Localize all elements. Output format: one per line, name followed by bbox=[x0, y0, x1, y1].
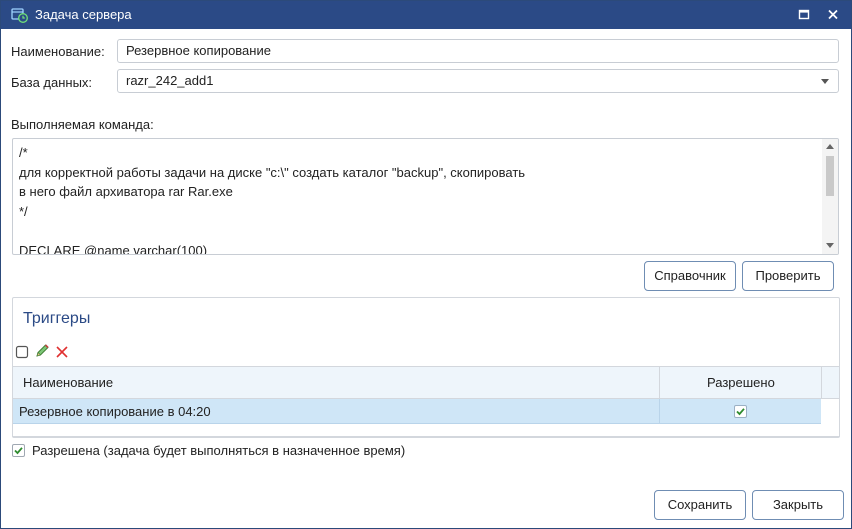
close-icon bbox=[828, 9, 838, 20]
name-input[interactable]: Резервное копирование bbox=[117, 39, 839, 63]
close-button[interactable]: Закрыть bbox=[752, 490, 844, 520]
database-select[interactable]: razr_242_add1 bbox=[117, 69, 839, 93]
command-editor[interactable]: /* для корректной работы задачи на диске… bbox=[12, 138, 839, 255]
database-label: База данных: bbox=[11, 75, 93, 90]
column-header-name[interactable]: Наименование bbox=[23, 367, 113, 399]
maximize-button[interactable] bbox=[793, 5, 815, 25]
task-enabled-checkbox[interactable] bbox=[12, 444, 25, 457]
database-value: razr_242_add1 bbox=[126, 73, 214, 88]
window-title: Задача сервера bbox=[35, 7, 132, 22]
scroll-up-icon[interactable] bbox=[826, 144, 834, 149]
maximize-icon bbox=[798, 9, 810, 20]
chevron-down-icon[interactable] bbox=[821, 79, 829, 84]
server-task-dialog: Задача сервера Наименование: Резервное к… bbox=[0, 0, 852, 529]
close-window-button[interactable] bbox=[822, 5, 844, 25]
check-button[interactable]: Проверить bbox=[742, 261, 834, 291]
delete-icon[interactable] bbox=[54, 344, 70, 360]
checkmark-icon bbox=[736, 408, 745, 416]
edit-pencil-icon[interactable] bbox=[34, 343, 50, 359]
command-text[interactable]: /* для корректной работы задачи на диске… bbox=[19, 143, 819, 254]
task-enabled-label[interactable]: Разрешена (задача будет выполняться в на… bbox=[32, 443, 405, 458]
scroll-down-icon[interactable] bbox=[826, 243, 834, 248]
new-trigger-icon[interactable] bbox=[15, 344, 31, 360]
trigger-name-cell: Резервное копирование в 04:20 bbox=[19, 404, 211, 419]
grid-header: Наименование Разрешено bbox=[13, 367, 821, 399]
scheduled-task-icon bbox=[11, 7, 28, 23]
name-label: Наименование: bbox=[11, 44, 105, 59]
table-row[interactable]: Резервное копирование в 04:20 bbox=[13, 399, 821, 424]
scrollbar-thumb[interactable] bbox=[826, 156, 834, 196]
checkmark-icon bbox=[14, 447, 23, 455]
column-header-enabled[interactable]: Разрешено bbox=[707, 367, 775, 399]
triggers-title: Триггеры bbox=[23, 310, 91, 327]
save-button[interactable]: Сохранить bbox=[654, 490, 746, 520]
command-label: Выполняемая команда: bbox=[11, 117, 154, 132]
grid-header-corner bbox=[821, 367, 839, 399]
column-separator bbox=[659, 399, 660, 424]
trigger-enabled-checkbox[interactable] bbox=[734, 405, 747, 418]
title-bar: Задача сервера bbox=[1, 1, 851, 29]
editor-scrollbar[interactable] bbox=[822, 139, 838, 254]
reference-button[interactable]: Справочник bbox=[644, 261, 736, 291]
triggers-grid: Наименование Разрешено Резервное копиров… bbox=[12, 366, 840, 437]
column-separator bbox=[659, 367, 660, 399]
